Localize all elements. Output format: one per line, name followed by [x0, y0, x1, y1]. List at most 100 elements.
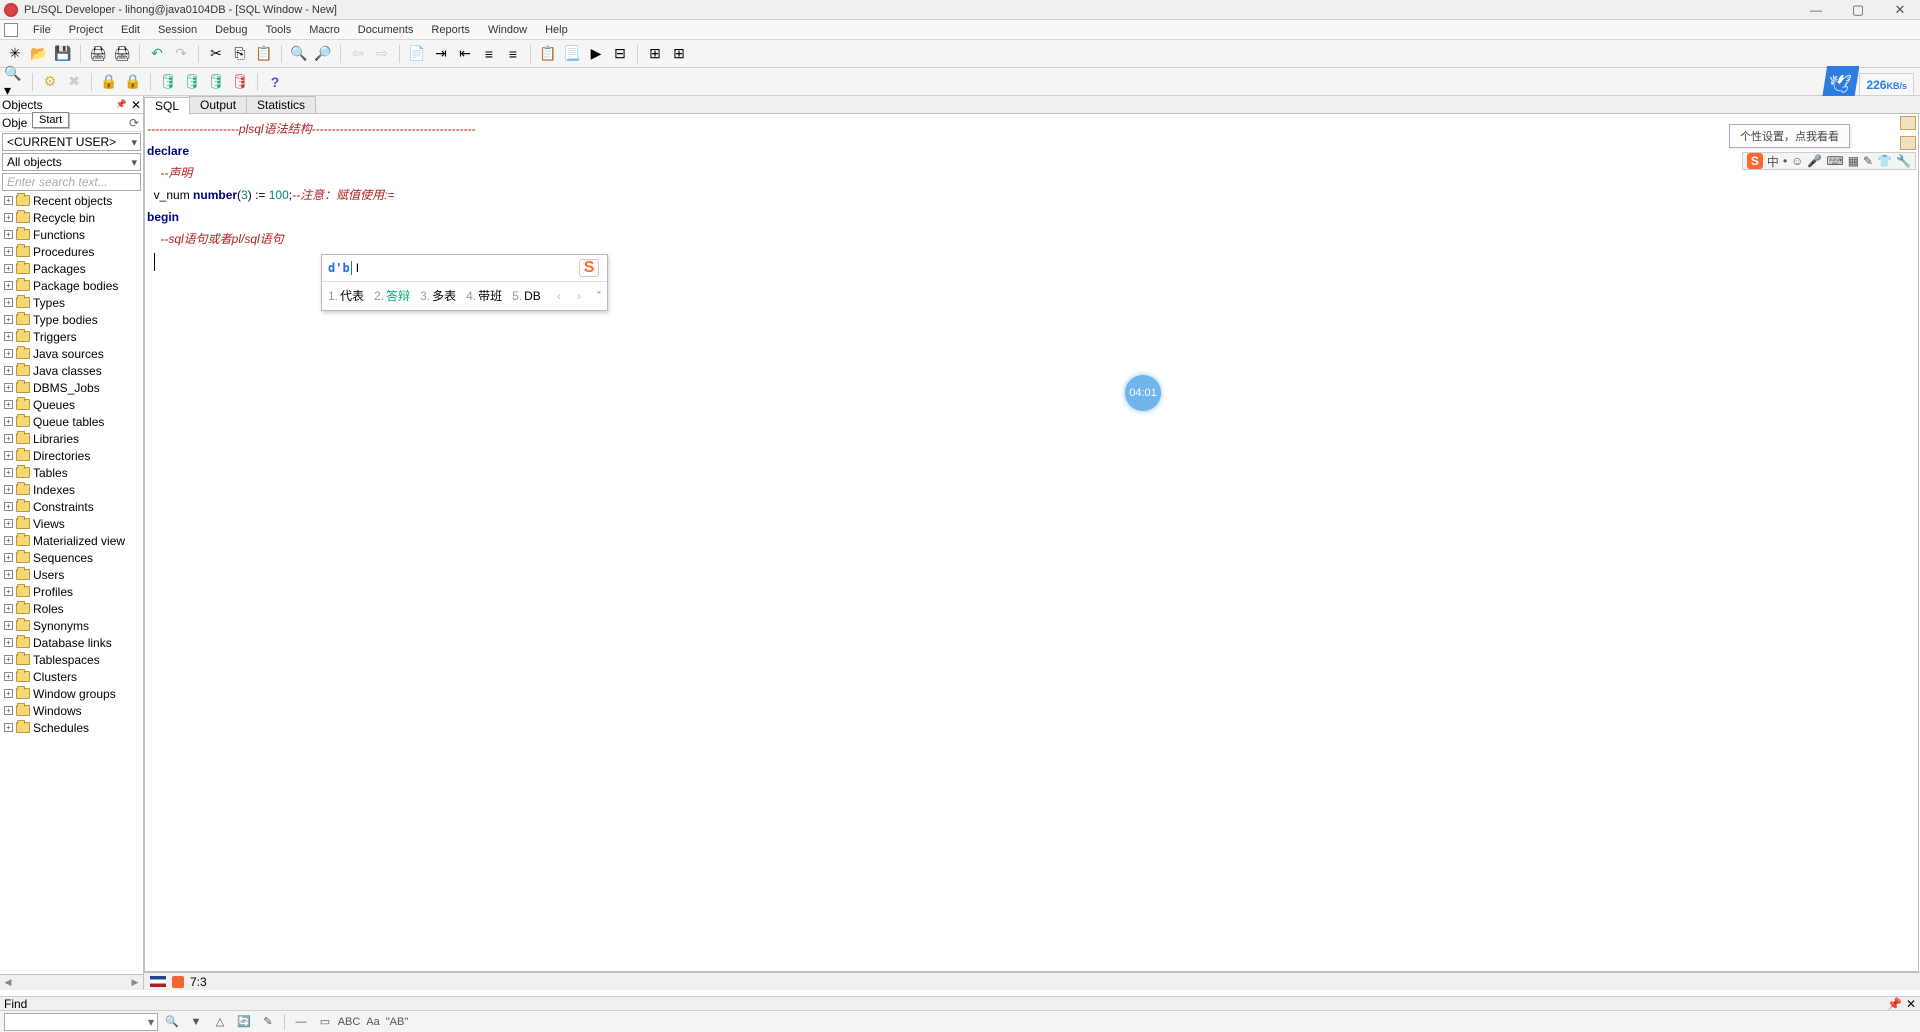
expand-icon[interactable] — [4, 417, 13, 426]
expand-icon[interactable] — [4, 604, 13, 613]
find-go-icon[interactable]: 🔍 — [162, 1013, 182, 1031]
help-button[interactable]: ? — [264, 71, 286, 93]
menu-help[interactable]: Help — [536, 22, 577, 38]
exec-button[interactable]: ▶ — [585, 43, 607, 65]
db4-button[interactable]: 🛢 — [229, 71, 251, 93]
expand-icon[interactable] — [4, 315, 13, 324]
maximize-button[interactable] — [1846, 1, 1870, 19]
close-icon[interactable]: ✕ — [1906, 997, 1916, 1011]
ime-pen-icon[interactable]: ✎ — [1863, 154, 1873, 168]
user-dropdown[interactable]: <CURRENT USER> — [2, 133, 141, 151]
expand-icon[interactable] — [4, 196, 13, 205]
expand-icon[interactable] — [4, 519, 13, 528]
expand-icon[interactable] — [4, 468, 13, 477]
pin-icon[interactable]: 📌 — [116, 99, 127, 110]
recording-timer[interactable]: 04:01 — [1125, 375, 1161, 411]
break-button[interactable]: ⊟ — [609, 43, 631, 65]
ime-more-icon[interactable]: ˇ — [597, 285, 601, 307]
stop-button[interactable]: ✖ — [63, 71, 85, 93]
expand-icon[interactable] — [4, 502, 13, 511]
ime-keyboard-icon[interactable]: ⌨ — [1826, 154, 1843, 168]
find-opt1-icon[interactable]: — — [291, 1013, 311, 1031]
menu-tools[interactable]: Tools — [257, 22, 301, 38]
db1-button[interactable]: 🛢 — [157, 71, 179, 93]
menu-reports[interactable]: Reports — [422, 22, 479, 38]
tab-statistics[interactable]: Statistics — [246, 96, 316, 113]
db3-button[interactable]: 🛢 — [205, 71, 227, 93]
paste-button[interactable]: 📋 — [253, 43, 275, 65]
find-up-icon[interactable]: △ — [210, 1013, 230, 1031]
comment-button[interactable]: ≡ — [478, 43, 500, 65]
pin-icon[interactable]: 📌 — [1887, 997, 1902, 1011]
expand-icon[interactable] — [4, 587, 13, 596]
ime-toolbar[interactable]: S 中 • ☺ 🎤 ⌨ ▦ ✎ 👕 🔧 — [1742, 152, 1916, 170]
window-list-button[interactable]: ⊞ — [644, 43, 666, 65]
sogou-icon[interactable]: S — [1747, 153, 1763, 169]
ime-emoji-icon[interactable]: ☺ — [1791, 154, 1803, 168]
find-word-icon[interactable]: Aa — [363, 1013, 383, 1031]
expand-icon[interactable] — [4, 553, 13, 562]
zoom-button[interactable]: 🔍▾ — [4, 71, 26, 93]
undo-button[interactable]: ↶ — [146, 43, 168, 65]
find-edit-icon[interactable]: ✎ — [258, 1013, 278, 1031]
expand-icon[interactable] — [4, 638, 13, 647]
gutter-icon[interactable] — [1900, 136, 1916, 150]
find-down-icon[interactable]: ▼ — [186, 1013, 206, 1031]
expand-icon[interactable] — [4, 400, 13, 409]
bookmark-button[interactable]: 📄 — [406, 43, 428, 65]
cut-button[interactable]: ✂ — [205, 43, 227, 65]
open-button[interactable]: 📂 — [28, 43, 50, 65]
find-combo[interactable] — [4, 1013, 158, 1031]
minimize-button[interactable] — [1804, 1, 1828, 19]
expand-icon[interactable] — [4, 434, 13, 443]
ime-next-icon[interactable]: › — [577, 285, 581, 307]
expand-icon[interactable] — [4, 570, 13, 579]
expand-icon[interactable] — [4, 451, 13, 460]
close-panel-icon[interactable]: ✕ — [131, 98, 141, 112]
print-preview-button[interactable]: 🖨 — [111, 43, 133, 65]
ime-voice-icon[interactable]: 🎤 — [1807, 154, 1822, 168]
save-button[interactable]: 💾 — [52, 43, 74, 65]
menu-session[interactable]: Session — [149, 22, 206, 38]
unindent-button[interactable]: ⇤ — [454, 43, 476, 65]
find-refresh-icon[interactable]: 🔄 — [234, 1013, 254, 1031]
tile-button[interactable]: ⊞ — [668, 43, 690, 65]
expand-icon[interactable] — [4, 349, 13, 358]
ime-punct-icon[interactable]: • — [1783, 154, 1787, 168]
ime-grid-icon[interactable]: ▦ — [1848, 154, 1859, 168]
expand-icon[interactable] — [4, 706, 13, 715]
expand-icon[interactable] — [4, 689, 13, 698]
expand-icon[interactable] — [4, 672, 13, 681]
filter-dropdown[interactable]: All objects — [2, 153, 141, 171]
sidebar-hscroll[interactable]: ◀▶ — [0, 974, 143, 990]
expand-icon[interactable] — [4, 621, 13, 630]
indent-button[interactable]: ⇥ — [430, 43, 452, 65]
ime-lang[interactable]: 中 — [1767, 153, 1779, 170]
expand-icon[interactable] — [4, 298, 13, 307]
ime-settings-icon[interactable]: 🔧 — [1896, 154, 1911, 168]
nav-back-button[interactable]: ⇦ — [347, 43, 369, 65]
expand-icon[interactable] — [4, 332, 13, 341]
menu-project[interactable]: Project — [60, 22, 112, 38]
beautify-button[interactable]: 📃 — [561, 43, 583, 65]
sql-editor[interactable]: -----------------------plsql语法结构--------… — [144, 114, 1919, 972]
redo-button[interactable]: ↷ — [170, 43, 192, 65]
menu-debug[interactable]: Debug — [206, 22, 256, 38]
copy-button[interactable]: ⎘ — [229, 43, 251, 65]
execute-button[interactable]: ⚙ — [39, 71, 61, 93]
find-regex-icon[interactable]: "AB" — [387, 1013, 407, 1031]
menu-file[interactable]: File — [24, 22, 60, 38]
replace-button[interactable]: 🔎 — [312, 43, 334, 65]
lock2-button[interactable]: 🔒 — [122, 71, 144, 93]
db2-button[interactable]: 🛢 — [181, 71, 203, 93]
expand-icon[interactable] — [4, 536, 13, 545]
expand-icon[interactable] — [4, 281, 13, 290]
close-button[interactable] — [1888, 1, 1912, 19]
settings-tooltip[interactable]: 个性设置，点我看看 — [1729, 124, 1850, 148]
expand-icon[interactable] — [4, 655, 13, 664]
find-opt2-icon[interactable]: ▭ — [315, 1013, 335, 1031]
menu-edit[interactable]: Edit — [112, 22, 149, 38]
print-button[interactable]: 🖨 — [87, 43, 109, 65]
expand-icon[interactable] — [4, 264, 13, 273]
expand-icon[interactable] — [4, 230, 13, 239]
